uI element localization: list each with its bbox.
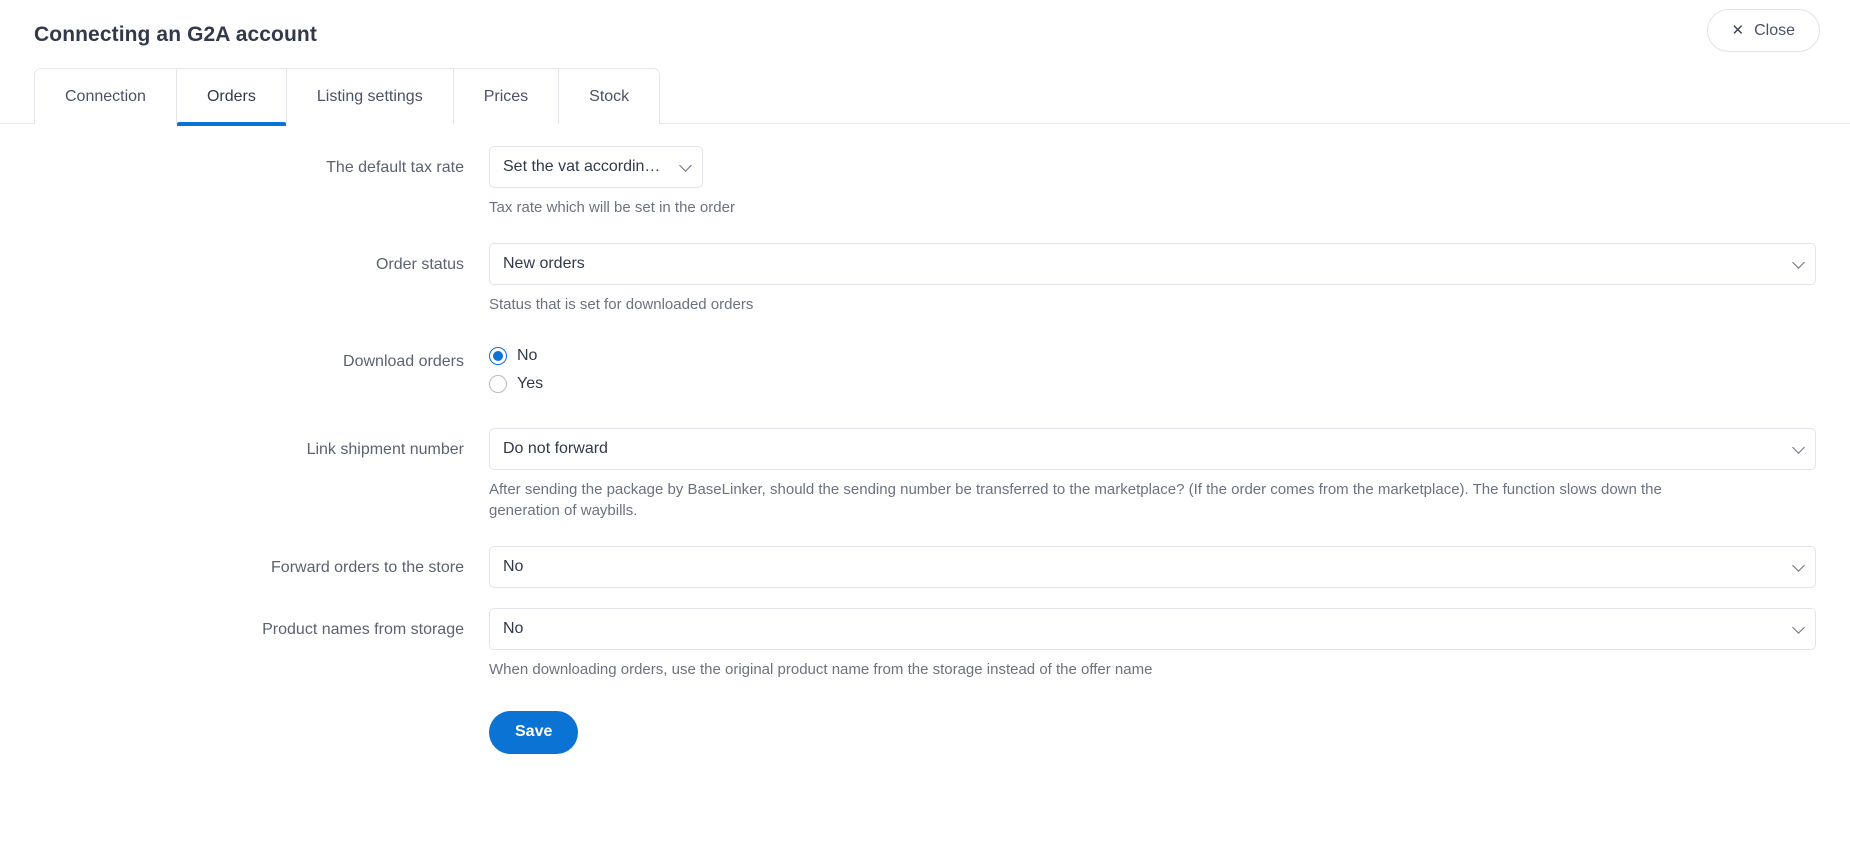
- order-status-label: Order status: [375, 255, 464, 273]
- radio-label: Yes: [517, 374, 544, 392]
- forward-orders-select[interactable]: No: [489, 546, 1816, 588]
- chevron-down-icon: [679, 159, 692, 172]
- tab-label: Prices: [483, 87, 529, 105]
- close-button-label: Close: [1754, 21, 1795, 39]
- product-names-value: No: [503, 620, 524, 637]
- tab-connection[interactable]: Connection: [35, 69, 177, 124]
- download-orders-radio-group: No Yes: [489, 340, 1816, 398]
- tab-orders[interactable]: Orders: [176, 69, 287, 126]
- tab-label: Connection: [65, 87, 146, 105]
- link-shipment-select[interactable]: Do not forward: [489, 427, 1816, 470]
- tax-rate-helper: Tax rate which will be set in the order: [489, 199, 735, 216]
- orders-settings-form: The default tax rate Set the vat accordi…: [0, 124, 1850, 754]
- link-shipment-helper: After sending the package by BaseLinker,…: [489, 480, 1662, 520]
- product-names-select[interactable]: No: [489, 608, 1816, 650]
- connect-account-modal: Connecting an G2A account ✕ Close Connec…: [0, 0, 1850, 858]
- radio-indicator: [489, 374, 507, 393]
- tab-stock[interactable]: Stock: [559, 69, 659, 124]
- radio-download-orders-yes[interactable]: Yes: [489, 370, 543, 398]
- tab-label: Listing settings: [316, 87, 423, 105]
- tab-listing-settings[interactable]: Listing settings: [287, 69, 454, 124]
- close-button[interactable]: ✕ Close: [1706, 9, 1820, 52]
- save-button[interactable]: Save: [489, 710, 579, 754]
- close-icon: ✕: [1731, 22, 1745, 39]
- chevron-down-icon: [1792, 255, 1805, 269]
- tax-rate-label: The default tax rate: [326, 159, 464, 176]
- tax-rate-value: Set the vat according to the: [503, 158, 668, 175]
- form-row-order-status: Order status New orders Status that is s…: [34, 242, 1816, 316]
- form-row-product-names: Product names from storage No When downl…: [34, 608, 1816, 681]
- forward-orders-label: Forward orders to the store: [271, 559, 464, 576]
- product-names-label: Product names from storage: [262, 621, 464, 638]
- page-title: Connecting an G2A account: [34, 22, 317, 46]
- link-shipment-label: Link shipment number: [306, 440, 464, 458]
- chevron-down-icon: [1792, 440, 1805, 454]
- order-status-helper: Status that is set for downloaded orders: [489, 295, 754, 313]
- download-orders-label: Download orders: [343, 352, 464, 370]
- form-row-tax-rate: The default tax rate Set the vat accordi…: [34, 146, 1816, 219]
- chevron-down-icon: [1792, 621, 1805, 634]
- form-row-download-orders: Download orders No Yes: [34, 340, 1816, 398]
- order-status-select[interactable]: New orders: [489, 242, 1816, 285]
- modal-header: Connecting an G2A account ✕ Close: [0, 0, 1850, 68]
- tab-label: Stock: [589, 87, 630, 105]
- tab-bar: Connection Orders Listing settings Price…: [0, 68, 1850, 126]
- form-actions: Save: [34, 710, 1816, 754]
- radio-indicator: [489, 346, 507, 365]
- chevron-down-icon: [1792, 559, 1805, 572]
- product-names-helper: When downloading orders, use the origina…: [489, 661, 1153, 678]
- tab-prices[interactable]: Prices: [454, 69, 560, 124]
- radio-download-orders-no[interactable]: No: [489, 342, 537, 370]
- forward-orders-value: No: [503, 558, 524, 575]
- form-row-forward-orders: Forward orders to the store No: [34, 546, 1816, 590]
- form-row-link-shipment: Link shipment number Do not forward Afte…: [34, 427, 1816, 523]
- tab-label: Orders: [206, 87, 256, 105]
- link-shipment-value: Do not forward: [503, 439, 608, 457]
- order-status-value: New orders: [503, 254, 585, 272]
- radio-label: No: [517, 346, 538, 364]
- form-actions-spacer: [34, 711, 489, 754]
- tax-rate-select[interactable]: Set the vat according to the: [489, 146, 703, 188]
